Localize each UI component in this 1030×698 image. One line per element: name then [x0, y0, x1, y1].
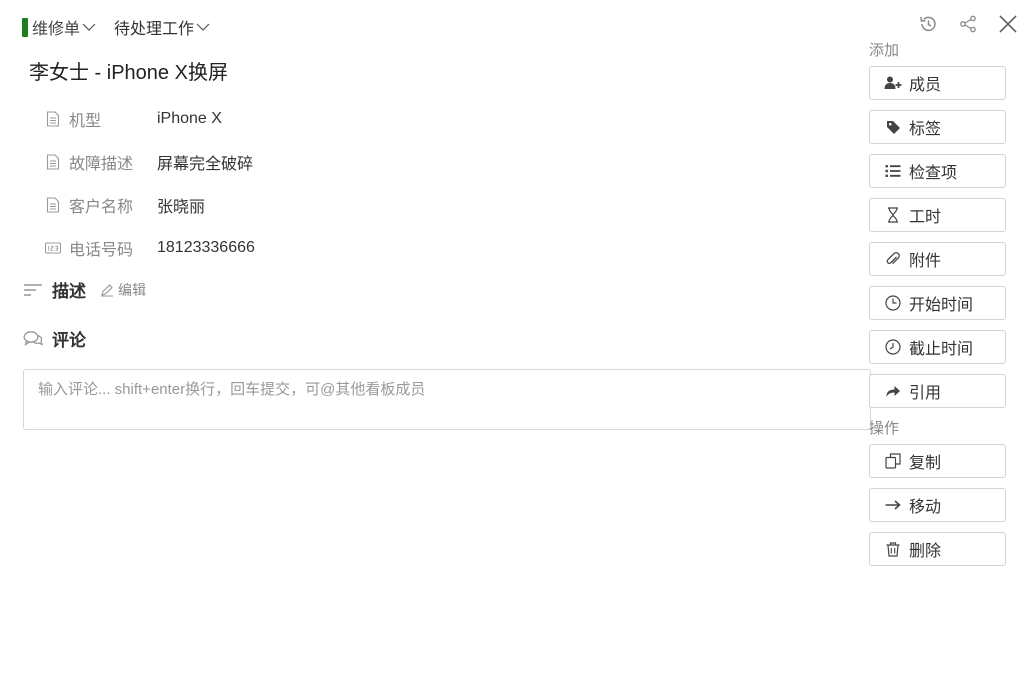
delete-button[interactable]: 删除 [869, 532, 1006, 566]
window-actions [916, 12, 1020, 36]
field-row[interactable]: 电话号码 18123336666 [44, 226, 255, 269]
paperclip-icon [884, 250, 902, 268]
copy-label: 复制 [909, 455, 942, 472]
delete-label: 删除 [909, 543, 942, 560]
list-name: 待处理工作 [114, 21, 195, 38]
copy-icon [884, 452, 902, 470]
card-title[interactable]: 李女士 - iPhone X换屏 [29, 56, 228, 85]
comments-title: 评论 [52, 331, 86, 350]
field-row[interactable]: 机型 iPhone X [44, 97, 255, 140]
reference-button[interactable]: 引用 [869, 374, 1006, 408]
add-user-icon [884, 74, 902, 92]
add-member-button[interactable]: 成员 [869, 66, 1006, 100]
comment-input[interactable]: 输入评论... shift+enter换行，回车提交，可@其他看板成员 [23, 369, 871, 430]
chevron-down-icon [82, 22, 96, 32]
clock-icon [884, 294, 902, 312]
share-arrow-icon [884, 382, 902, 400]
comments-icon [22, 329, 44, 349]
field-value[interactable]: 18123336666 [157, 239, 255, 257]
list-icon [884, 162, 902, 180]
hourglass-icon [884, 206, 902, 224]
add-worktime-label: 工时 [909, 209, 942, 226]
document-icon [44, 153, 62, 171]
add-section-label: 添加 [869, 42, 900, 59]
document-icon [44, 110, 62, 128]
field-name: 客户名称 [69, 198, 134, 216]
close-icon[interactable] [996, 12, 1020, 36]
due-time-label: 截止时间 [909, 341, 974, 358]
add-attachment-button[interactable]: 附件 [869, 242, 1006, 276]
chevron-down-icon [196, 22, 210, 32]
start-time-label: 开始时间 [909, 297, 974, 314]
document-icon [44, 196, 62, 214]
field-value[interactable]: 张晓丽 [157, 193, 205, 217]
board-name: 维修单 [32, 21, 81, 38]
comments-section: 评论 [22, 326, 86, 351]
add-worktime-button[interactable]: 工时 [869, 198, 1006, 232]
field-value[interactable]: 屏幕完全破碎 [157, 150, 253, 174]
field-name: 电话号码 [69, 241, 134, 259]
list-selector[interactable]: 待处理工作 [114, 15, 210, 39]
clock-icon [884, 338, 902, 356]
move-button[interactable]: 移动 [869, 488, 1006, 522]
description-section: 描述 编辑 [22, 277, 146, 302]
actions-section-label: 操作 [869, 420, 900, 437]
field-row[interactable]: 故障描述 屏幕完全破碎 [44, 140, 255, 183]
number-icon [44, 239, 62, 257]
breadcrumb: 维修单 待处理工作 [22, 14, 210, 40]
trash-icon [884, 540, 902, 558]
add-attachment-label: 附件 [909, 253, 942, 270]
add-checklist-button[interactable]: 检查项 [869, 154, 1006, 188]
field-name: 机型 [69, 112, 102, 130]
field-value[interactable]: iPhone X [157, 110, 222, 128]
field-name: 故障描述 [69, 155, 134, 173]
start-time-button[interactable]: 开始时间 [869, 286, 1006, 320]
arrow-right-icon [884, 496, 902, 514]
custom-fields: 机型 iPhone X 故障描述 屏幕完全破碎 客户名称 张晓丽 电话号码 18… [44, 97, 255, 269]
add-label-label: 标签 [909, 121, 942, 138]
edit-description-button[interactable]: 编辑 [100, 280, 146, 300]
tag-icon [884, 118, 902, 136]
description-title: 描述 [52, 282, 86, 301]
edit-label: 编辑 [118, 281, 146, 298]
field-row[interactable]: 客户名称 张晓丽 [44, 183, 255, 226]
comment-placeholder: 输入评论... shift+enter换行，回车提交，可@其他看板成员 [38, 381, 426, 398]
due-time-button[interactable]: 截止时间 [869, 330, 1006, 364]
share-icon[interactable] [956, 12, 980, 36]
reference-label: 引用 [909, 385, 942, 402]
add-label-button[interactable]: 标签 [869, 110, 1006, 144]
card-sidebar: 添加 成员 标签 检查项 工时 附件 开始时间 截止时间 引用 操作 复制 移动… [869, 40, 1010, 576]
history-icon[interactable] [916, 12, 940, 36]
board-color-mark [22, 17, 28, 37]
move-label: 移动 [909, 499, 942, 516]
copy-button[interactable]: 复制 [869, 444, 1006, 478]
add-checklist-label: 检查项 [909, 165, 958, 182]
board-selector[interactable]: 维修单 [22, 15, 96, 39]
pencil-icon [101, 283, 113, 297]
add-member-label: 成员 [909, 77, 942, 94]
description-icon [22, 280, 44, 300]
